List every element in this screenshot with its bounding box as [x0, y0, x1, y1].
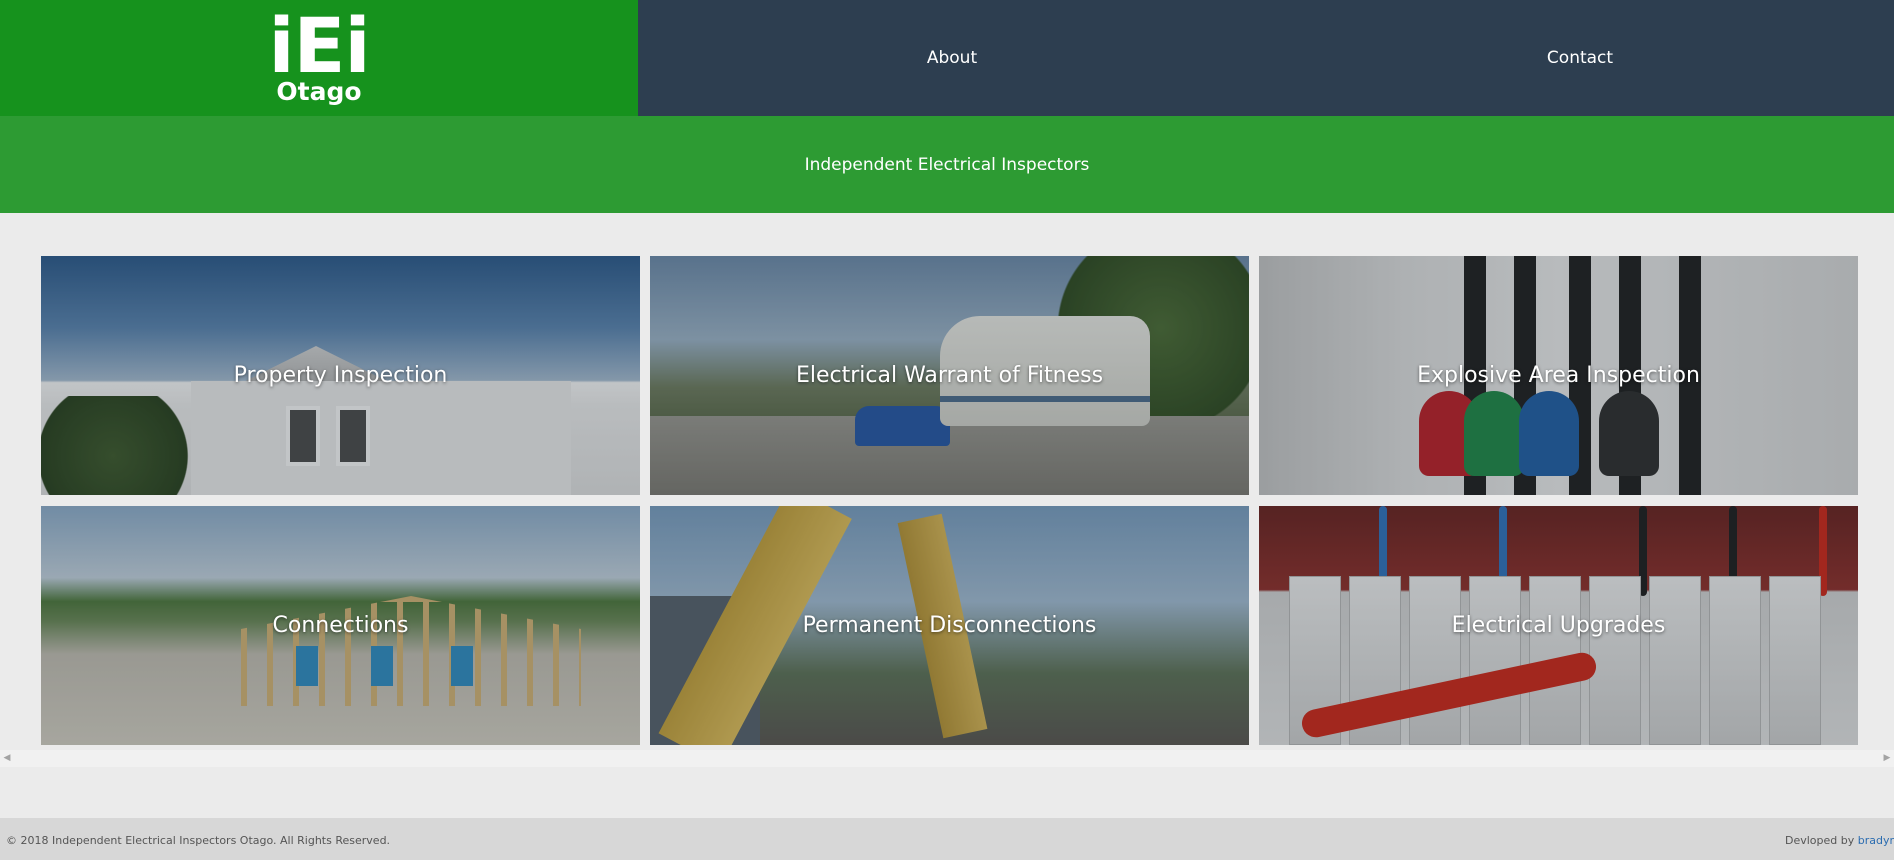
service-title: Electrical Upgrades — [1451, 613, 1666, 638]
logo-area[interactable]: iEi Otago — [0, 0, 638, 116]
copyright-text: © 2018 Independent Electrical Inspectors… — [6, 834, 391, 847]
tagline-text: Independent Electrical Inspectors — [804, 154, 1090, 175]
service-tile-connections[interactable]: Connections — [41, 506, 640, 745]
developer-credit: Devloped by bradyr — [1785, 834, 1894, 847]
service-title: Property Inspection — [233, 363, 448, 388]
logo-mark: iEi — [268, 1, 370, 90]
logo-subtitle: Otago — [276, 77, 362, 106]
service-title: Permanent Disconnections — [802, 613, 1097, 638]
site-header: iEi Otago About Contact — [0, 0, 1894, 116]
service-title: Explosive Area Inspection — [1417, 363, 1700, 388]
service-tile-electrical-wof[interactable]: Electrical Warrant of Fitness — [650, 256, 1249, 495]
horizontal-scrollbar[interactable]: ◀ ▶ — [0, 750, 1894, 767]
services-grid: Property Inspection Electrical Warrant o… — [41, 256, 1858, 746]
nav-about-link[interactable]: About — [638, 0, 1266, 116]
service-tile-explosive-area[interactable]: Explosive Area Inspection — [1259, 256, 1858, 495]
scroll-right-arrow-icon[interactable]: ▶ — [1882, 753, 1892, 763]
main-nav: About Contact — [638, 0, 1894, 116]
service-tile-permanent-disconnections[interactable]: Permanent Disconnections — [650, 506, 1249, 745]
developer-link[interactable]: bradyr — [1858, 834, 1894, 847]
scroll-left-arrow-icon[interactable]: ◀ — [2, 753, 12, 763]
site-logo[interactable]: iEi Otago — [268, 1, 370, 106]
nav-contact-link[interactable]: Contact — [1266, 0, 1894, 116]
service-title: Electrical Warrant of Fitness — [795, 363, 1104, 388]
service-tile-property-inspection[interactable]: Property Inspection — [41, 256, 640, 495]
service-tile-electrical-upgrades[interactable]: Electrical Upgrades — [1259, 506, 1858, 745]
site-footer: © 2018 Independent Electrical Inspectors… — [0, 818, 1894, 860]
service-title: Connections — [272, 613, 409, 638]
developer-credit-prefix: Devloped by — [1784, 834, 1858, 847]
tagline-banner: Independent Electrical Inspectors — [0, 116, 1894, 213]
